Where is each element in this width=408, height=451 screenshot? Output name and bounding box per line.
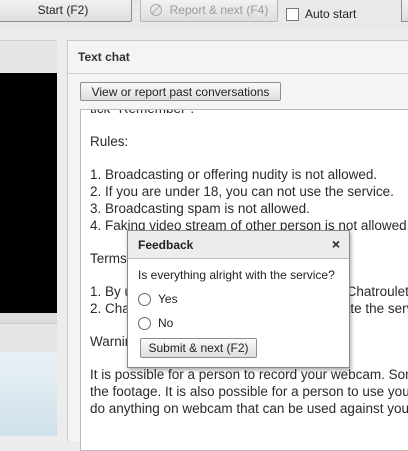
chat-line: 2. If you are under 18, you can not use … [90, 184, 394, 199]
chat-line: 1. Broadcasting or offering nudity is no… [90, 167, 378, 182]
option-no-label: No [158, 316, 174, 330]
own-video-preview [0, 352, 57, 436]
autostart-toggle[interactable]: Auto start [286, 7, 356, 21]
feedback-dialog: Feedback × Is everything alright with th… [127, 230, 350, 368]
report-next-label: Report & next (F4) [169, 3, 269, 17]
chat-line: tick "Remember". [90, 110, 408, 117]
dialog-title: Feedback [138, 238, 194, 252]
close-icon[interactable]: × [332, 236, 340, 252]
autostart-label: Auto start [305, 7, 357, 21]
chat-line: 3. Broadcasting spam is not allowed. [90, 201, 310, 216]
autostart-checkbox[interactable] [286, 7, 299, 21]
chat-line: do anything on webcam that can be used a… [90, 401, 408, 416]
chat-line: the footage. It is also possible for a p… [90, 384, 408, 399]
option-no[interactable]: No [138, 316, 173, 330]
disabled-icon [149, 4, 162, 16]
radio-yes[interactable] [138, 292, 151, 306]
chat-line: It is possible for a person to record yo… [90, 367, 408, 382]
own-video-header [0, 323, 57, 353]
partner-video [0, 73, 57, 313]
video-panel-header [0, 40, 57, 74]
past-conversations-button[interactable]: View or report past conversations [80, 82, 281, 101]
report-next-button[interactable]: Report & next (F4) [140, 0, 278, 22]
option-yes[interactable]: Yes [138, 292, 178, 306]
submit-next-button[interactable]: Submit & next (F2) [140, 338, 257, 358]
divider [68, 73, 408, 74]
chat-title: Text chat [78, 50, 130, 64]
toolbar-edge-button[interactable] [401, 0, 408, 22]
dialog-question: Is everything alright with the service? [138, 268, 335, 282]
chat-line: Rules: [90, 134, 129, 149]
start-button[interactable]: Start (F2) [0, 0, 132, 22]
option-yes-label: Yes [158, 292, 178, 306]
past-conversations-label: View or report past conversations [91, 84, 270, 99]
dialog-header: Feedback × [128, 231, 349, 259]
start-button-label: Start (F2) [37, 3, 89, 17]
submit-next-label: Submit & next (F2) [148, 341, 249, 355]
radio-no[interactable] [138, 316, 151, 330]
